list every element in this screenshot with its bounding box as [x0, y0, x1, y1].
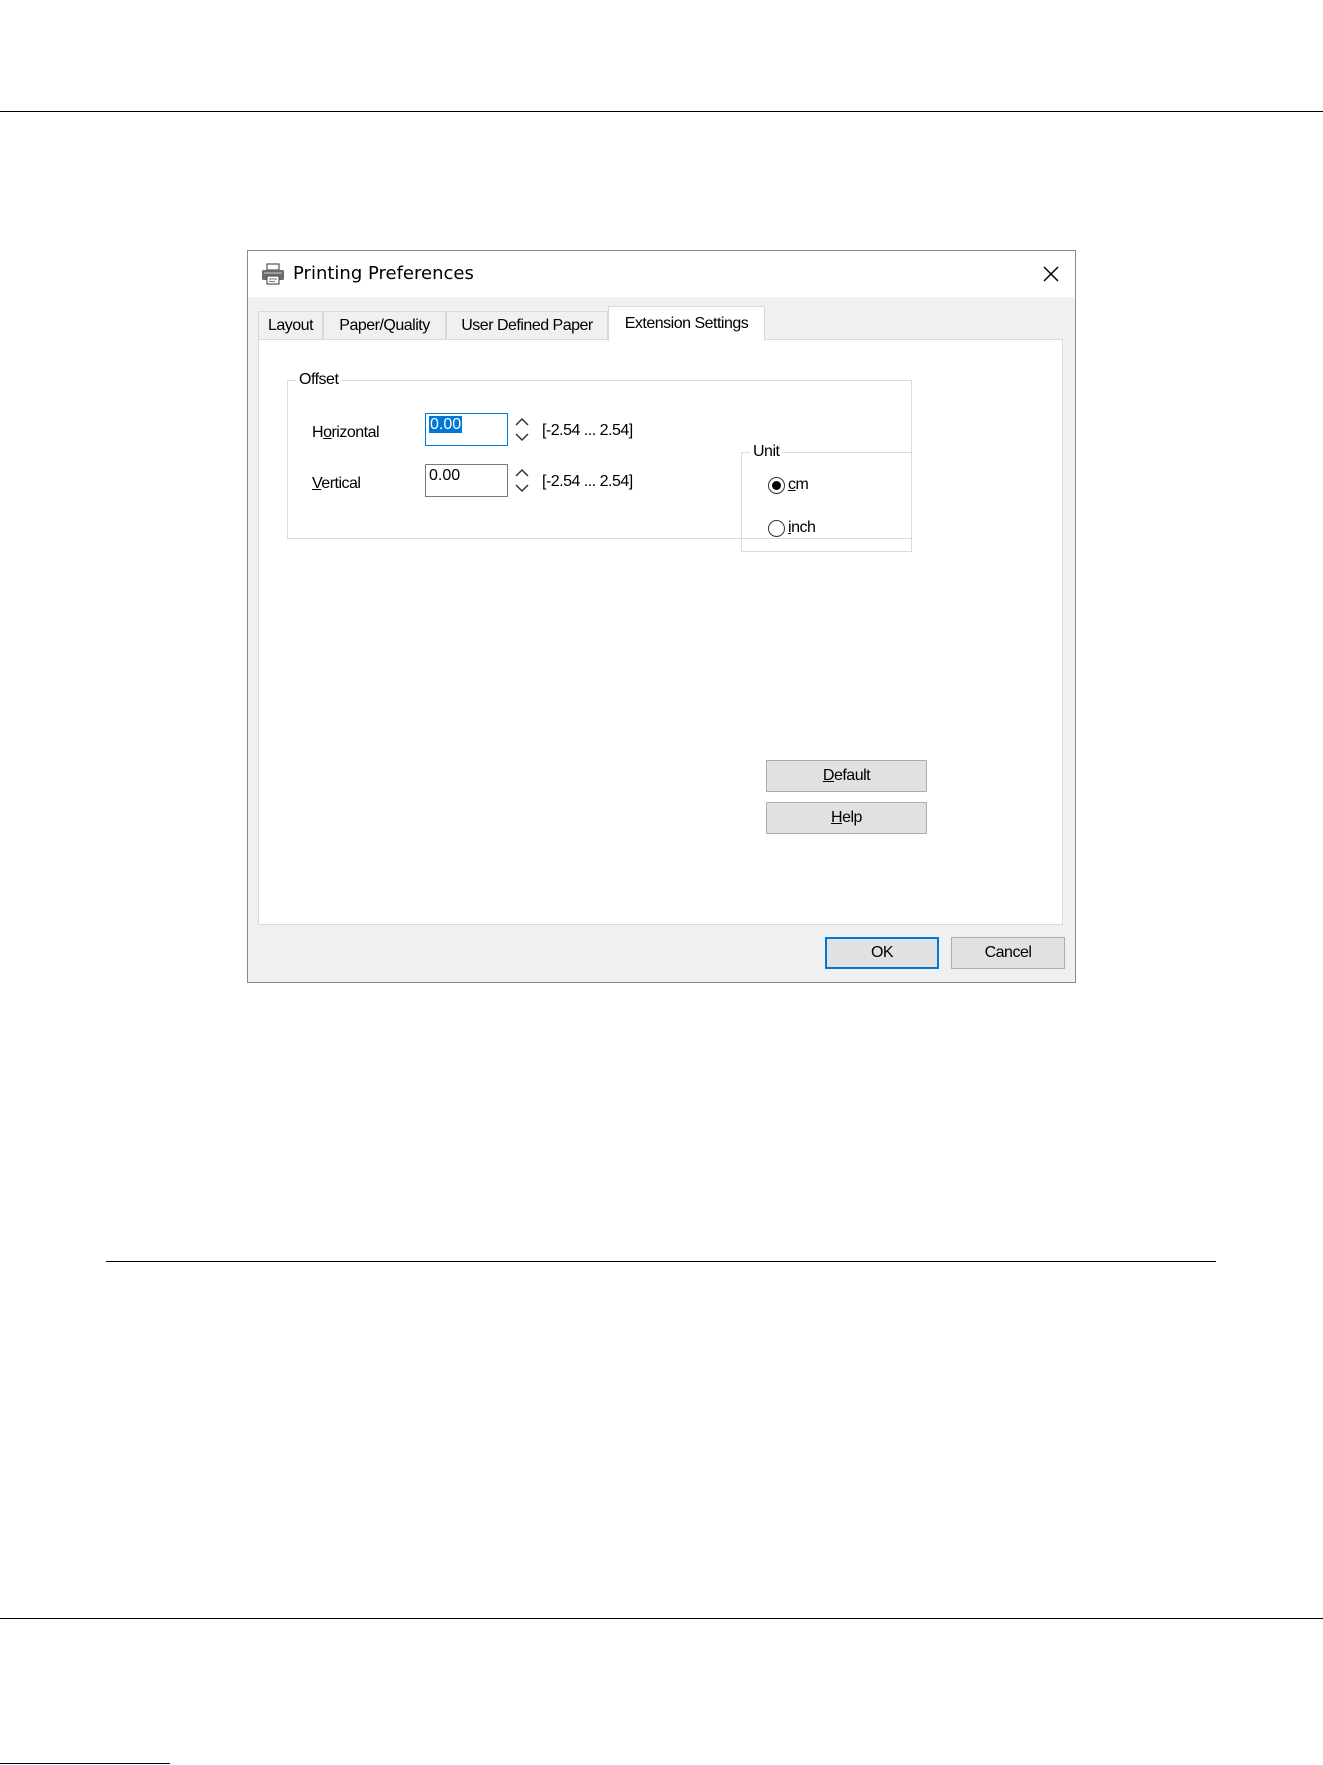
unit-cm-radio[interactable]: cm	[768, 476, 809, 494]
vertical-range: [-2.54 ... 2.54]	[542, 473, 633, 490]
close-button[interactable]	[1027, 251, 1075, 297]
footnote-rule	[0, 1763, 170, 1764]
help-button[interactable]: Help	[766, 802, 927, 834]
vertical-label: Vertical	[312, 475, 361, 492]
horizontal-range: [-2.54 ... 2.54]	[542, 422, 633, 439]
extension-settings-panel: Offset Horizontal 0.00 [-2.54 ... 2.54] …	[258, 339, 1063, 925]
offset-legend: Offset	[296, 371, 342, 389]
tab-layout[interactable]: Layout	[258, 311, 323, 339]
unit-group: Unit cm inch	[741, 443, 912, 552]
vertical-spinner[interactable]	[512, 464, 532, 497]
page-top-rule	[0, 111, 1323, 112]
offset-group: Offset Horizontal 0.00 [-2.54 ... 2.54] …	[287, 371, 912, 552]
unit-inch-radio[interactable]: inch	[768, 519, 816, 537]
radio-unselected-icon	[768, 519, 785, 537]
horizontal-offset-input[interactable]: 0.00	[425, 413, 508, 446]
ok-button[interactable]: OK	[825, 937, 939, 969]
page-middle-rule	[106, 1261, 1216, 1262]
vertical-offset-input[interactable]: 0.00	[425, 464, 508, 497]
horizontal-label: Horizontal	[312, 424, 380, 441]
title-bar: Printing Preferences	[248, 251, 1075, 297]
default-button[interactable]: Default	[766, 760, 927, 792]
tab-paper-quality[interactable]: Paper/Quality	[323, 311, 446, 339]
close-icon	[1043, 266, 1059, 282]
printing-preferences-dialog: Printing Preferences Layout Paper/Qualit…	[247, 250, 1076, 983]
cancel-button[interactable]: Cancel	[951, 937, 1065, 969]
window-title: Printing Preferences	[293, 263, 474, 284]
tab-extension-settings[interactable]: Extension Settings	[608, 306, 765, 341]
tab-user-defined-paper[interactable]: User Defined Paper	[446, 311, 608, 339]
printer-icon	[262, 263, 284, 285]
page-bottom-rule	[0, 1618, 1323, 1619]
radio-selected-icon	[768, 476, 785, 494]
horizontal-spinner[interactable]	[512, 413, 532, 446]
unit-legend: Unit	[750, 443, 783, 461]
